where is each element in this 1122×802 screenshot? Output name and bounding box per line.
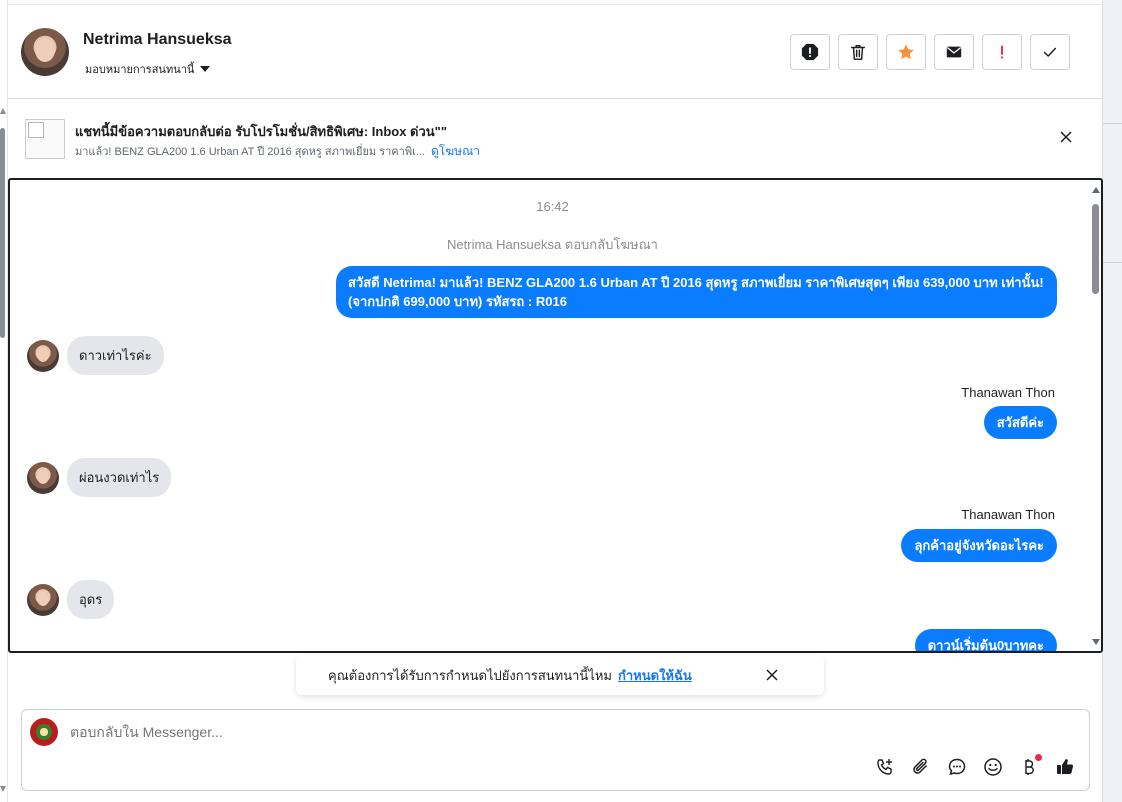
- sender-name: Thanawan Thon: [961, 385, 1055, 400]
- assign-to-me-link[interactable]: กำหนดให้ฉัน: [618, 668, 692, 683]
- outgoing-message: ลุกค้าอยู่จังหวัดอะไรคะ: [901, 529, 1057, 562]
- incoming-message: ผ่อนงวดเท่าไร: [67, 458, 172, 497]
- scroll-up-arrow-icon[interactable]: [0, 108, 6, 114]
- close-icon[interactable]: [764, 667, 780, 683]
- like-button[interactable]: [1054, 756, 1076, 778]
- call-add-icon: [877, 759, 892, 775]
- message-thread[interactable]: 16:42 Netrima Hansueksa ตอบกลับโฆษณา สวั…: [8, 178, 1103, 653]
- incoming-message-row: ผ่อนงวดเท่าไร: [27, 458, 172, 497]
- ad-thumbnail-image[interactable]: [25, 119, 65, 159]
- assign-prompt: คุณต้องการได้รับการกำหนดไปยังการสนทนานี้…: [296, 655, 824, 695]
- incoming-message-row: อุดร: [27, 580, 115, 619]
- assign-label: มอบหมายการสนทนานี้: [85, 64, 195, 76]
- report-icon: [801, 43, 819, 61]
- star-icon: [898, 44, 914, 60]
- delete-button[interactable]: [838, 34, 878, 70]
- avatar[interactable]: [21, 28, 69, 76]
- star-button[interactable]: [886, 34, 926, 70]
- avatar[interactable]: [27, 583, 59, 616]
- view-ad-link[interactable]: ดูโฆษณา: [431, 144, 480, 158]
- left-scrollbar[interactable]: [0, 0, 8, 802]
- exclamation-icon: [1001, 45, 1003, 59]
- mark-done-button[interactable]: [1030, 34, 1070, 70]
- attach-button[interactable]: [910, 756, 932, 778]
- chat-bubble-icon: [948, 758, 966, 776]
- reply-composer: [21, 709, 1090, 791]
- ad-title: แชทนี้มีข้อความตอบกลับต่อ รับโปรโมชั่น/ส…: [75, 124, 448, 139]
- call-add-button[interactable]: [874, 756, 896, 778]
- mark-important-button[interactable]: [982, 34, 1022, 70]
- check-icon: [1043, 47, 1057, 57]
- messenger-conversation-page: Netrima Hansueksa มอบหมายการสนทนานี้ แชท…: [0, 0, 1122, 802]
- assign-prompt-text: คุณต้องการได้รับการกำหนดไปยังการสนทนานี้…: [328, 668, 612, 683]
- ad-subtitle-row: มาแล้ว! BENZ GLA200 1.6 Urban AT ปี 2016…: [75, 142, 480, 161]
- emoji-button[interactable]: [982, 756, 1004, 778]
- avatar[interactable]: [27, 461, 59, 494]
- notification-dot: [1035, 754, 1042, 761]
- assign-conversation-dropdown[interactable]: มอบหมายการสนทนานี้: [85, 60, 211, 78]
- outgoing-message: สวัสดีค่ะ: [983, 406, 1057, 439]
- thumbs-up-icon: [1057, 759, 1074, 774]
- close-icon[interactable]: [1058, 129, 1074, 145]
- right-panel-edge: [1102, 0, 1122, 802]
- avatar[interactable]: [27, 339, 59, 372]
- outgoing-message: ดาวน์เริ่มต้น0บาทคะ: [914, 629, 1057, 651]
- scroll-down-arrow-icon[interactable]: [1092, 639, 1100, 645]
- ad-context-banner: แชทนี้มีข้อความตอบกลับต่อ รับโปรโมชั่น/ส…: [8, 99, 1102, 177]
- incoming-message-row: ดาวเท่าไรค่ะ: [27, 336, 164, 375]
- header-actions: [790, 34, 1070, 70]
- contact-name[interactable]: Netrima Hansueksa: [83, 31, 232, 49]
- thread-scrollbar[interactable]: [1090, 182, 1101, 651]
- payment-button[interactable]: [1018, 754, 1042, 778]
- reply-input[interactable]: [70, 724, 970, 740]
- saved-replies-button[interactable]: [946, 756, 968, 778]
- emoji-icon: [984, 758, 1002, 776]
- ad-subtitle: มาแล้ว! BENZ GLA200 1.6 Urban AT ปี 2016…: [75, 146, 426, 158]
- message-timestamp: 16:42: [536, 199, 569, 214]
- mark-unread-button[interactable]: [934, 34, 974, 70]
- scroll-down-arrow-icon[interactable]: [0, 786, 6, 792]
- mail-icon: [946, 46, 962, 58]
- composer-toolbar: [874, 754, 1076, 778]
- sender-name: Thanawan Thon: [961, 507, 1055, 522]
- report-button[interactable]: [790, 34, 830, 70]
- trash-icon: [850, 44, 866, 60]
- left-scrollbar-thumb[interactable]: [0, 128, 5, 338]
- assign-prompt-text-row: คุณต้องการได้รับการกำหนดไปยังการสนทนานี้…: [328, 665, 692, 686]
- paperclip-icon: [913, 758, 927, 774]
- incoming-message: อุดร: [67, 580, 115, 619]
- scroll-up-arrow-icon[interactable]: [1092, 187, 1100, 193]
- conversation-header: Netrima Hansueksa มอบหมายการสนทนานี้: [8, 5, 1102, 99]
- page-avatar: [30, 718, 58, 746]
- outgoing-message: สวัสดี Netrima! มาแล้ว! BENZ GLA200 1.6 …: [336, 266, 1057, 318]
- incoming-message: ดาวเท่าไรค่ะ: [67, 336, 164, 375]
- caret-down-icon: [200, 66, 211, 72]
- thread-scrollbar-thumb[interactable]: [1092, 204, 1099, 294]
- replied-to-ad-note: Netrima Hansueksa ตอบกลับโฆษณา: [447, 237, 658, 252]
